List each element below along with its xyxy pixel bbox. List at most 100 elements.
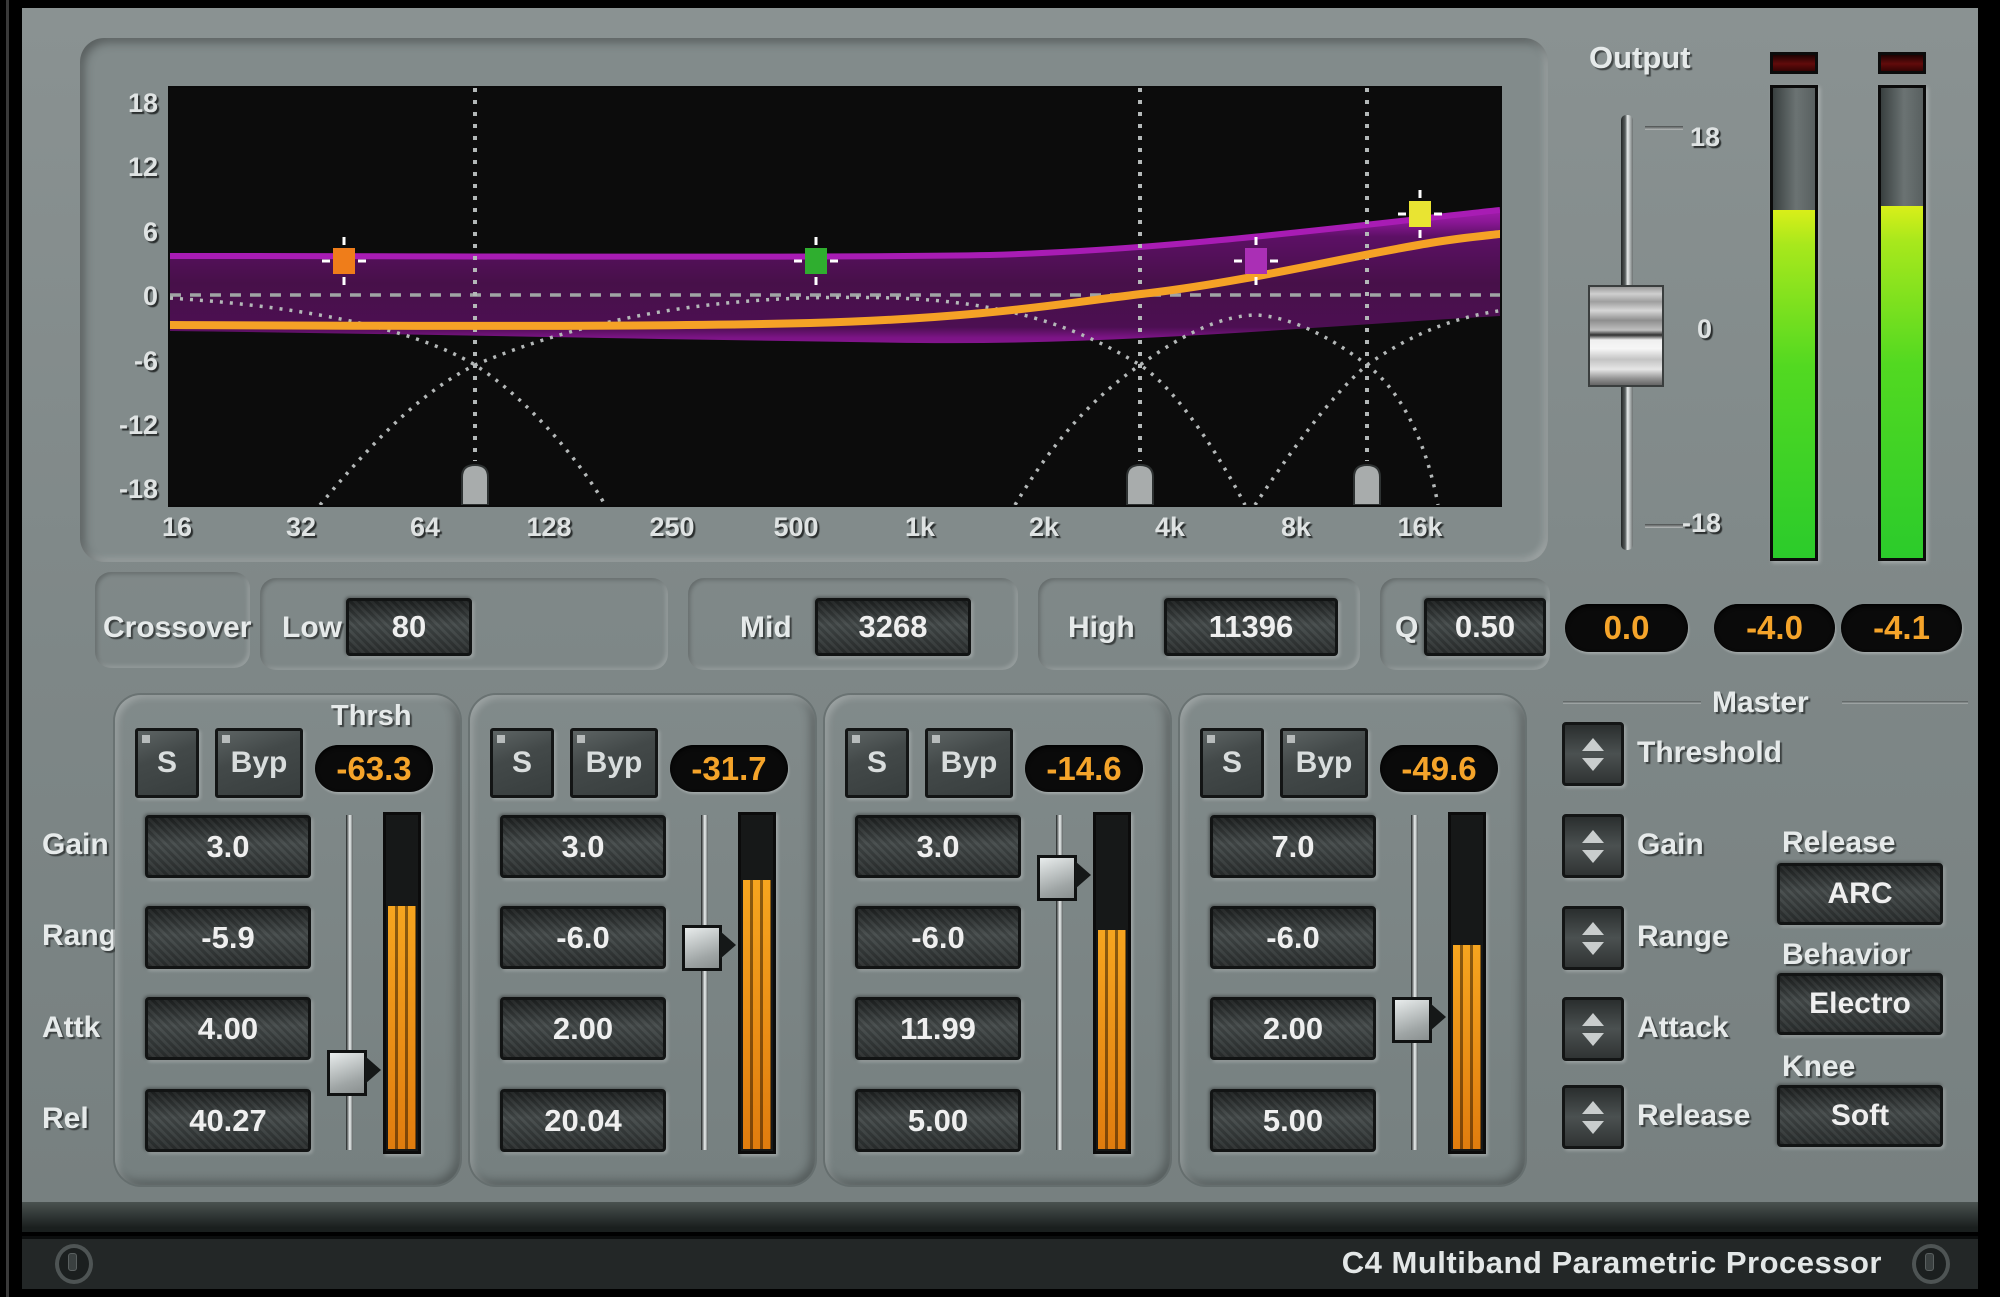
band3-threshold-readout[interactable]: -14.6 <box>1025 745 1143 792</box>
up-arrow-icon <box>1582 738 1604 751</box>
release-mode-button[interactable]: ARC <box>1777 863 1943 925</box>
fader-pointer-icon <box>720 931 736 959</box>
band2-threshold-fader-track[interactable] <box>701 815 708 1150</box>
threshold-column-label: Thrsh <box>331 700 412 733</box>
band1-strip: S Byp Thrsh -63.3 3.0 -5.9 4.00 40.27 <box>115 695 460 1185</box>
output-gain-readout[interactable]: 0.0 <box>1565 604 1688 652</box>
band1-threshold-readout[interactable]: -63.3 <box>315 745 433 792</box>
knee-label: Knee <box>1782 1050 1855 1084</box>
band3-meter <box>1093 812 1131 1154</box>
band2-threshold-fader-handle[interactable] <box>682 925 734 967</box>
corner-ring-icon-left <box>55 1244 93 1284</box>
crossover-mid-label: Mid <box>740 611 792 645</box>
output-fader-handle[interactable] <box>1588 285 1664 387</box>
y-tick: 6 <box>100 217 158 248</box>
band3-threshold-fader-handle[interactable] <box>1037 855 1089 897</box>
crossover-q-label: Q <box>1395 611 1418 645</box>
band4-solo-button[interactable]: S <box>1200 728 1264 798</box>
crossover-high-label: High <box>1068 611 1135 645</box>
crossover-low-value[interactable]: 80 <box>346 598 472 656</box>
master-threshold-spinner[interactable] <box>1562 722 1624 786</box>
band4-bypass-button[interactable]: Byp <box>1280 728 1368 798</box>
knee-button[interactable]: Soft <box>1777 1085 1943 1147</box>
master-title: Master <box>1712 686 1809 720</box>
plugin-title: C4 Multiband Parametric Processor <box>1342 1245 1882 1281</box>
band4-threshold-fader-handle[interactable] <box>1392 997 1444 1039</box>
band2-bypass-button[interactable]: Byp <box>570 728 658 798</box>
band2-gain-value[interactable]: 3.0 <box>500 815 666 878</box>
clip-led-right[interactable] <box>1878 52 1926 74</box>
output-scale-tick-bottom <box>1645 524 1683 528</box>
crossover-label: Crossover <box>103 611 251 645</box>
y-tick: -6 <box>100 346 158 377</box>
y-tick: 12 <box>100 152 158 183</box>
crossover-q-value[interactable]: 0.50 <box>1424 598 1546 656</box>
band1-attack-value[interactable]: 4.00 <box>145 997 311 1060</box>
master-threshold-label: Threshold <box>1637 736 1782 770</box>
band4-gain-value[interactable]: 7.0 <box>1210 815 1376 878</box>
clip-led-left[interactable] <box>1770 52 1818 74</box>
band2-attack-value[interactable]: 2.00 <box>500 997 666 1060</box>
band1-range-value[interactable]: -5.9 <box>145 906 311 969</box>
band4-release-value[interactable]: 5.00 <box>1210 1089 1376 1152</box>
band3-solo-button[interactable]: S <box>845 728 909 798</box>
output-meter-right-fill <box>1881 206 1923 558</box>
down-arrow-icon <box>1582 1121 1604 1134</box>
band1-release-value[interactable]: 40.27 <box>145 1089 311 1152</box>
down-arrow-icon <box>1582 850 1604 863</box>
eq-curves-svg <box>170 88 1500 505</box>
band4-threshold-fader-track[interactable] <box>1411 815 1418 1150</box>
master-attack-spinner[interactable] <box>1562 997 1624 1061</box>
x-tick: 2k <box>999 512 1089 543</box>
down-arrow-icon <box>1582 758 1604 771</box>
crossover-handle-low[interactable] <box>462 465 488 505</box>
band2-range-value[interactable]: -6.0 <box>500 906 666 969</box>
fader-pointer-icon <box>1075 861 1091 889</box>
band3-attack-value[interactable]: 11.99 <box>855 997 1021 1060</box>
band1-threshold-fader-handle[interactable] <box>327 1050 379 1092</box>
y-tick: -12 <box>100 410 158 441</box>
corner-ring-icon-right <box>1912 1244 1950 1284</box>
band3-meter-fill <box>1098 930 1126 1149</box>
output-scale-minus18: -18 <box>1682 508 1721 539</box>
output-meter-left-readout[interactable]: -4.0 <box>1714 604 1835 652</box>
crossover-mid-value[interactable]: 3268 <box>815 598 971 656</box>
output-meter-right-readout[interactable]: -4.1 <box>1841 604 1962 652</box>
band4-meter-fill <box>1453 945 1481 1149</box>
master-gain-spinner[interactable] <box>1562 814 1624 878</box>
band4-range-value[interactable]: -6.0 <box>1210 906 1376 969</box>
band2-meter <box>738 812 776 1154</box>
y-tick: 18 <box>100 88 158 119</box>
band1-threshold-fader-track[interactable] <box>346 815 353 1150</box>
band1-bypass-button[interactable]: Byp <box>215 728 303 798</box>
attack-row-label: Attk <box>42 1011 100 1045</box>
eq-plot-area <box>170 88 1500 505</box>
crossover-high-value[interactable]: 11396 <box>1164 598 1338 656</box>
band4-attack-value[interactable]: 2.00 <box>1210 997 1376 1060</box>
down-arrow-icon <box>1582 1033 1604 1046</box>
master-release-spinner[interactable] <box>1562 1085 1624 1149</box>
crossover-handle-mid[interactable] <box>1127 465 1153 505</box>
band2-release-value[interactable]: 20.04 <box>500 1089 666 1152</box>
band2-threshold-readout[interactable]: -31.7 <box>670 745 788 792</box>
master-divider-left <box>1563 701 1701 704</box>
band1-solo-button[interactable]: S <box>135 728 199 798</box>
behavior-button[interactable]: Electro <box>1777 973 1943 1035</box>
up-arrow-icon <box>1582 830 1604 843</box>
master-range-spinner[interactable] <box>1562 906 1624 970</box>
band4-threshold-readout[interactable]: -49.6 <box>1380 745 1498 792</box>
band1-gain-value[interactable]: 3.0 <box>145 815 311 878</box>
band3-release-value[interactable]: 5.00 <box>855 1089 1021 1152</box>
crossover-handle-high[interactable] <box>1354 465 1380 505</box>
band3-gain-value[interactable]: 3.0 <box>855 815 1021 878</box>
c4-plugin-window: 18 12 6 0 -6 -12 -18 16 32 64 128 250 50… <box>0 0 2000 1297</box>
output-meter-left <box>1770 85 1818 561</box>
band3-bypass-button[interactable]: Byp <box>925 728 1013 798</box>
output-scale-18: 18 <box>1690 122 1720 153</box>
band2-solo-button[interactable]: S <box>490 728 554 798</box>
band3-range-value[interactable]: -6.0 <box>855 906 1021 969</box>
x-tick: 16 <box>132 512 222 543</box>
band4-strip: S Byp -49.6 7.0 -6.0 2.00 5.00 <box>1180 695 1525 1185</box>
output-meter-left-fill <box>1773 210 1815 558</box>
gain-row-label: Gain <box>42 828 109 862</box>
